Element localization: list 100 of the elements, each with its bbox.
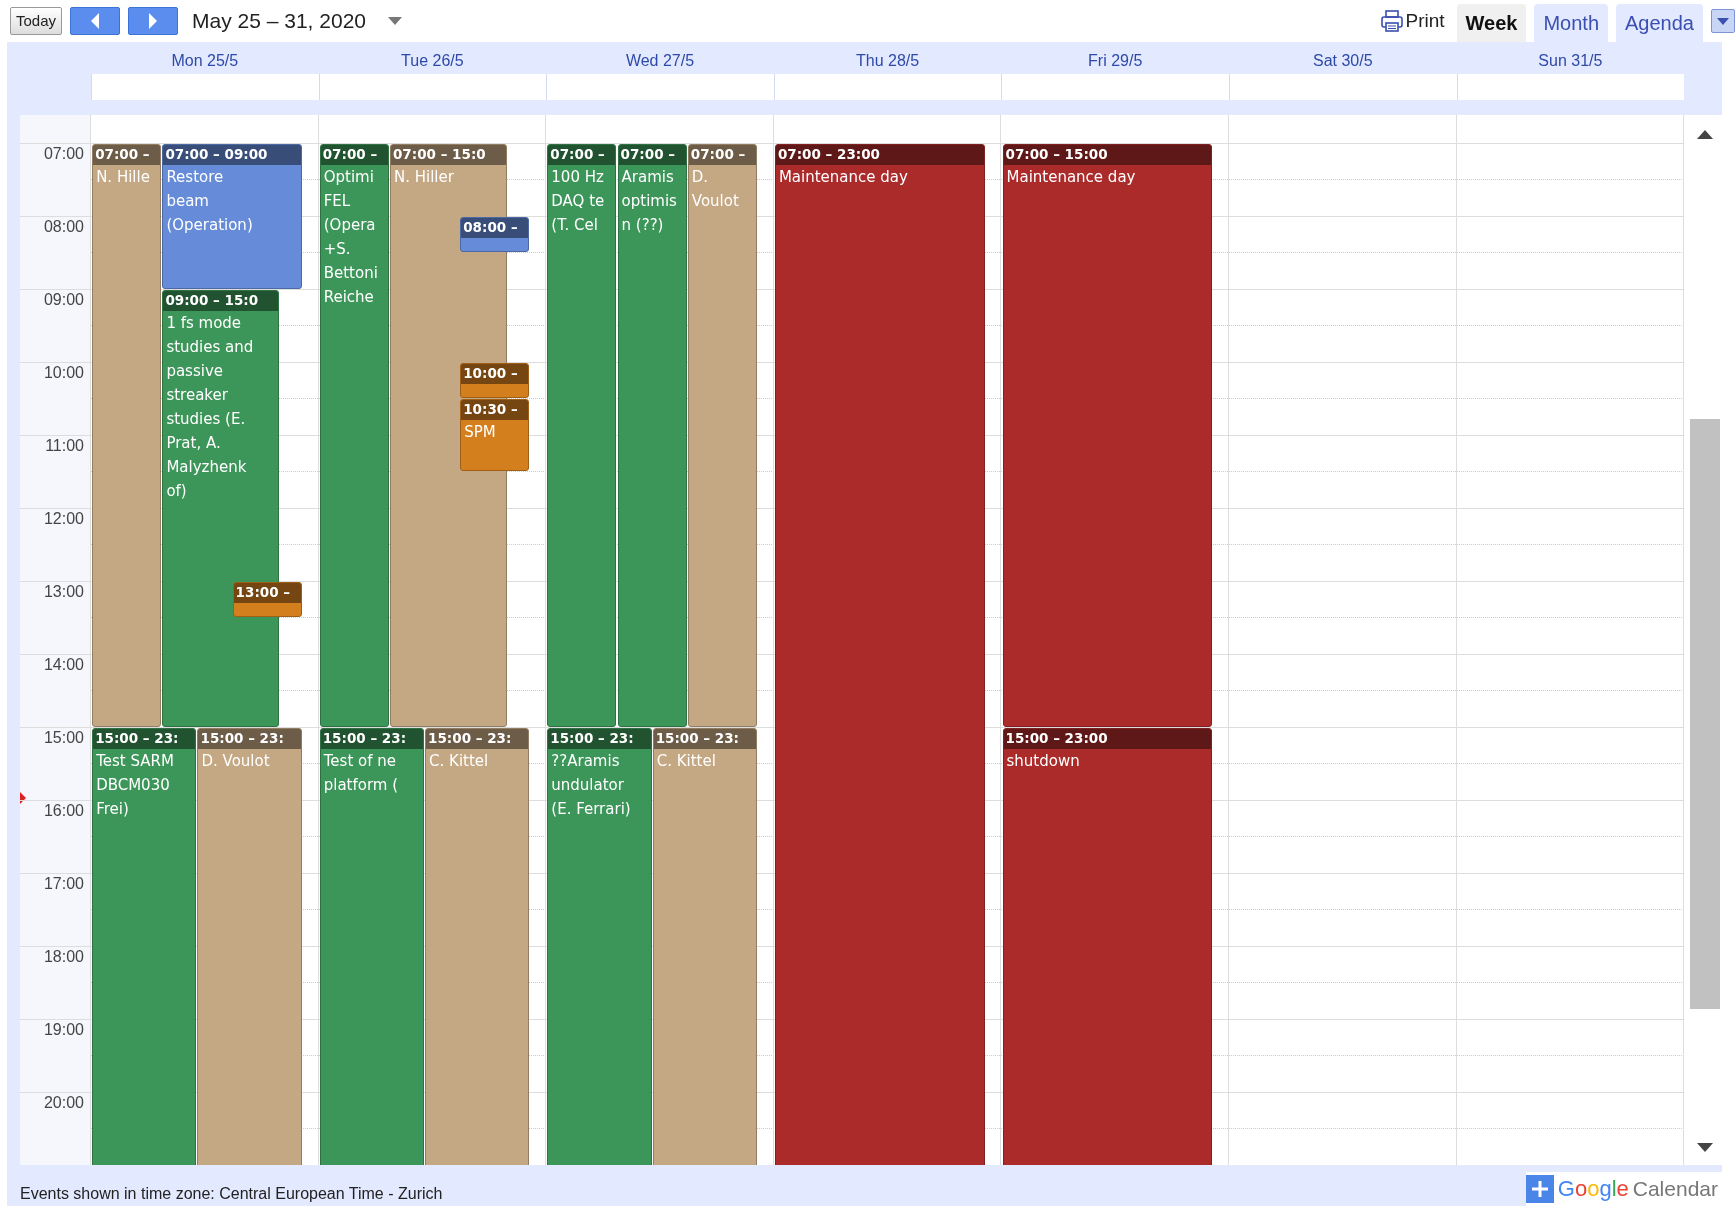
time-label: 16:00 xyxy=(43,801,84,820)
event-title: Optimi FEL (Opera +S. Bettoni Reiche xyxy=(322,166,379,308)
right-arrow-icon xyxy=(147,12,160,30)
caret-icon xyxy=(1717,17,1729,25)
today-button[interactable]: Today xyxy=(10,7,63,35)
calendar-event[interactable]: 10:30 – SPM xyxy=(460,399,530,472)
event-time: 07:00 – 23:00 xyxy=(775,144,984,165)
event-title: 1 fs mode studies and passive streaker studies (E. Prat, A. Malyzhenk of) xyxy=(165,312,255,502)
calendar-event[interactable]: 10:00 – xyxy=(460,362,530,399)
calendar-event[interactable]: 15:00 – 23: ??Aramis undulator (E. Ferrari) xyxy=(547,727,652,1165)
time-label: 08:00 xyxy=(43,217,84,236)
event-title: Restore beam (Operation) xyxy=(165,166,254,236)
scroll-down-button[interactable] xyxy=(1697,1143,1714,1152)
time-label: 11:00 xyxy=(45,436,84,455)
time-label: 09:00 xyxy=(43,290,84,309)
day-header[interactable]: Tue 26/5 xyxy=(318,42,547,74)
calendar-event[interactable]: 15:00 – 23: Test SARM DBCM030 Frei) xyxy=(92,727,197,1165)
calendar-event[interactable]: 15:00 – 23: C. Kittel xyxy=(425,727,530,1165)
product-name: Calendar xyxy=(1632,1175,1718,1202)
printer-icon xyxy=(1381,10,1404,32)
day-header[interactable]: Thu 28/5 xyxy=(773,42,1002,74)
view-tab[interactable]: Month xyxy=(1534,4,1609,42)
event-title: 100 Hz DAQ te (T. Cel xyxy=(550,166,606,236)
event-time: 07:00 – xyxy=(93,144,161,165)
time-label: 14:00 xyxy=(43,655,84,674)
all-day-cell[interactable] xyxy=(1456,74,1685,100)
event-title: ??Aramis undulator (E. Ferrari) xyxy=(550,750,632,820)
all-day-cell[interactable] xyxy=(1228,74,1457,100)
calendar-event[interactable]: 07:00 – N. Hille xyxy=(92,143,162,727)
calendar-event[interactable]: 07:00 – 100 Hz DAQ te (T. Cel xyxy=(547,143,617,727)
current-time-marker-icon xyxy=(20,792,26,805)
scrollbar-thumb[interactable] xyxy=(1690,419,1721,1009)
calendar-event[interactable]: 15:00 – 23: Test of ne platform ( xyxy=(319,727,424,1165)
add-to-calendar-badge[interactable]: Google Calendar xyxy=(1525,1171,1722,1206)
calendar-event[interactable]: 07:00 – Optimi FEL (Opera +S. Bettoni Reiche xyxy=(319,143,389,727)
calendar-event[interactable]: 08:00 – xyxy=(460,216,530,253)
event-title: Aramis optimis n (??) xyxy=(620,166,678,236)
all-day-cell[interactable] xyxy=(318,74,547,100)
time-label: 18:00 xyxy=(43,947,84,966)
calendar-event[interactable]: 07:00 – 15:00 Maintenance day xyxy=(1002,143,1213,727)
calendar-event[interactable]: 15:00 – 23: D. Voulot xyxy=(197,727,302,1165)
day-header[interactable]: Sat 30/5 xyxy=(1228,42,1457,74)
calendar-event[interactable]: 15:00 – 23: C. Kittel xyxy=(652,727,757,1165)
time-label: 13:00 xyxy=(43,582,84,601)
event-time: 07:00 – xyxy=(688,144,756,165)
print-link[interactable]: Print xyxy=(1381,6,1445,36)
left-arrow-icon xyxy=(89,12,102,30)
event-time: 13:00 – xyxy=(233,582,301,603)
view-tab[interactable]: Agenda xyxy=(1616,4,1703,42)
all-day-cell[interactable] xyxy=(546,74,774,100)
calendar-event[interactable]: 07:00 – Aramis optimis n (??) xyxy=(617,143,687,727)
event-time: 07:00 – 09:00 xyxy=(163,144,301,165)
event-title: N. Hille xyxy=(95,166,151,188)
day-header[interactable]: Wed 27/5 xyxy=(546,42,774,74)
date-range: May 25 – 31, 2020 xyxy=(192,8,366,35)
event-time: 10:30 – xyxy=(461,400,529,421)
event-title: N. Hiller xyxy=(392,166,455,188)
event-time: 15:00 – 23: xyxy=(548,728,651,749)
previous-button[interactable] xyxy=(70,7,121,35)
dropdown-caret-icon[interactable] xyxy=(388,17,402,25)
event-title: D. Voulot xyxy=(690,166,740,212)
event-time: 15:00 – 23: xyxy=(93,728,196,749)
all-day-cell[interactable] xyxy=(91,74,319,100)
event-title: SPM xyxy=(463,422,497,444)
calendar-event[interactable]: 15:00 – 23:00 shutdown xyxy=(1002,727,1213,1165)
time-label: 19:00 xyxy=(43,1020,84,1039)
event-time: 15:00 – 23: xyxy=(320,728,423,749)
logo-wordmark: Google xyxy=(1557,1175,1629,1203)
event-title: D. Voulot xyxy=(200,750,271,772)
day-header[interactable]: Mon 25/5 xyxy=(91,42,319,74)
time-label: 15:00 xyxy=(43,728,84,747)
event-title: Maintenance day xyxy=(1005,166,1137,188)
day-header[interactable]: Sun 31/5 xyxy=(1456,42,1685,74)
time-label: 12:00 xyxy=(43,509,84,528)
scroll-up-button[interactable] xyxy=(1697,130,1714,139)
all-day-cell[interactable] xyxy=(1001,74,1229,100)
event-time: 10:00 – xyxy=(461,363,529,384)
event-time: 08:00 – xyxy=(461,217,529,238)
event-time: 07:00 – 15:00 xyxy=(1003,144,1212,165)
calendar-event[interactable]: 07:00 – 09:00 Restore beam (Operation) xyxy=(162,143,302,289)
time-label: 10:00 xyxy=(43,363,84,382)
time-label: 07:00 xyxy=(43,144,84,163)
plus-icon xyxy=(1525,1174,1554,1203)
view-menu-button[interactable] xyxy=(1711,9,1735,33)
time-label: 20:00 xyxy=(43,1093,84,1112)
event-title: Test SARM DBCM030 Frei) xyxy=(95,750,175,820)
calendar-event[interactable]: 07:00 – 23:00 Maintenance day xyxy=(774,143,985,1165)
day-header[interactable]: Fri 29/5 xyxy=(1001,42,1229,74)
timezone-note: Events shown in time zone: Central European Time - Zurich xyxy=(20,1183,443,1204)
view-tab[interactable]: Week xyxy=(1456,4,1527,42)
calendar-event[interactable]: 07:00 – D. Voulot xyxy=(687,143,757,727)
event-title: shutdown xyxy=(1005,750,1081,772)
event-time: 07:00 – xyxy=(548,144,616,165)
next-button[interactable] xyxy=(128,7,179,35)
event-title: C. Kittel xyxy=(655,750,717,772)
event-time: 15:00 – 23: xyxy=(426,728,529,749)
all-day-cell[interactable] xyxy=(773,74,1002,100)
calendar-event[interactable]: 13:00 – xyxy=(232,581,302,618)
event-time: 15:00 – 23: xyxy=(653,728,756,749)
event-time: 07:00 – 15:0 xyxy=(390,144,506,165)
